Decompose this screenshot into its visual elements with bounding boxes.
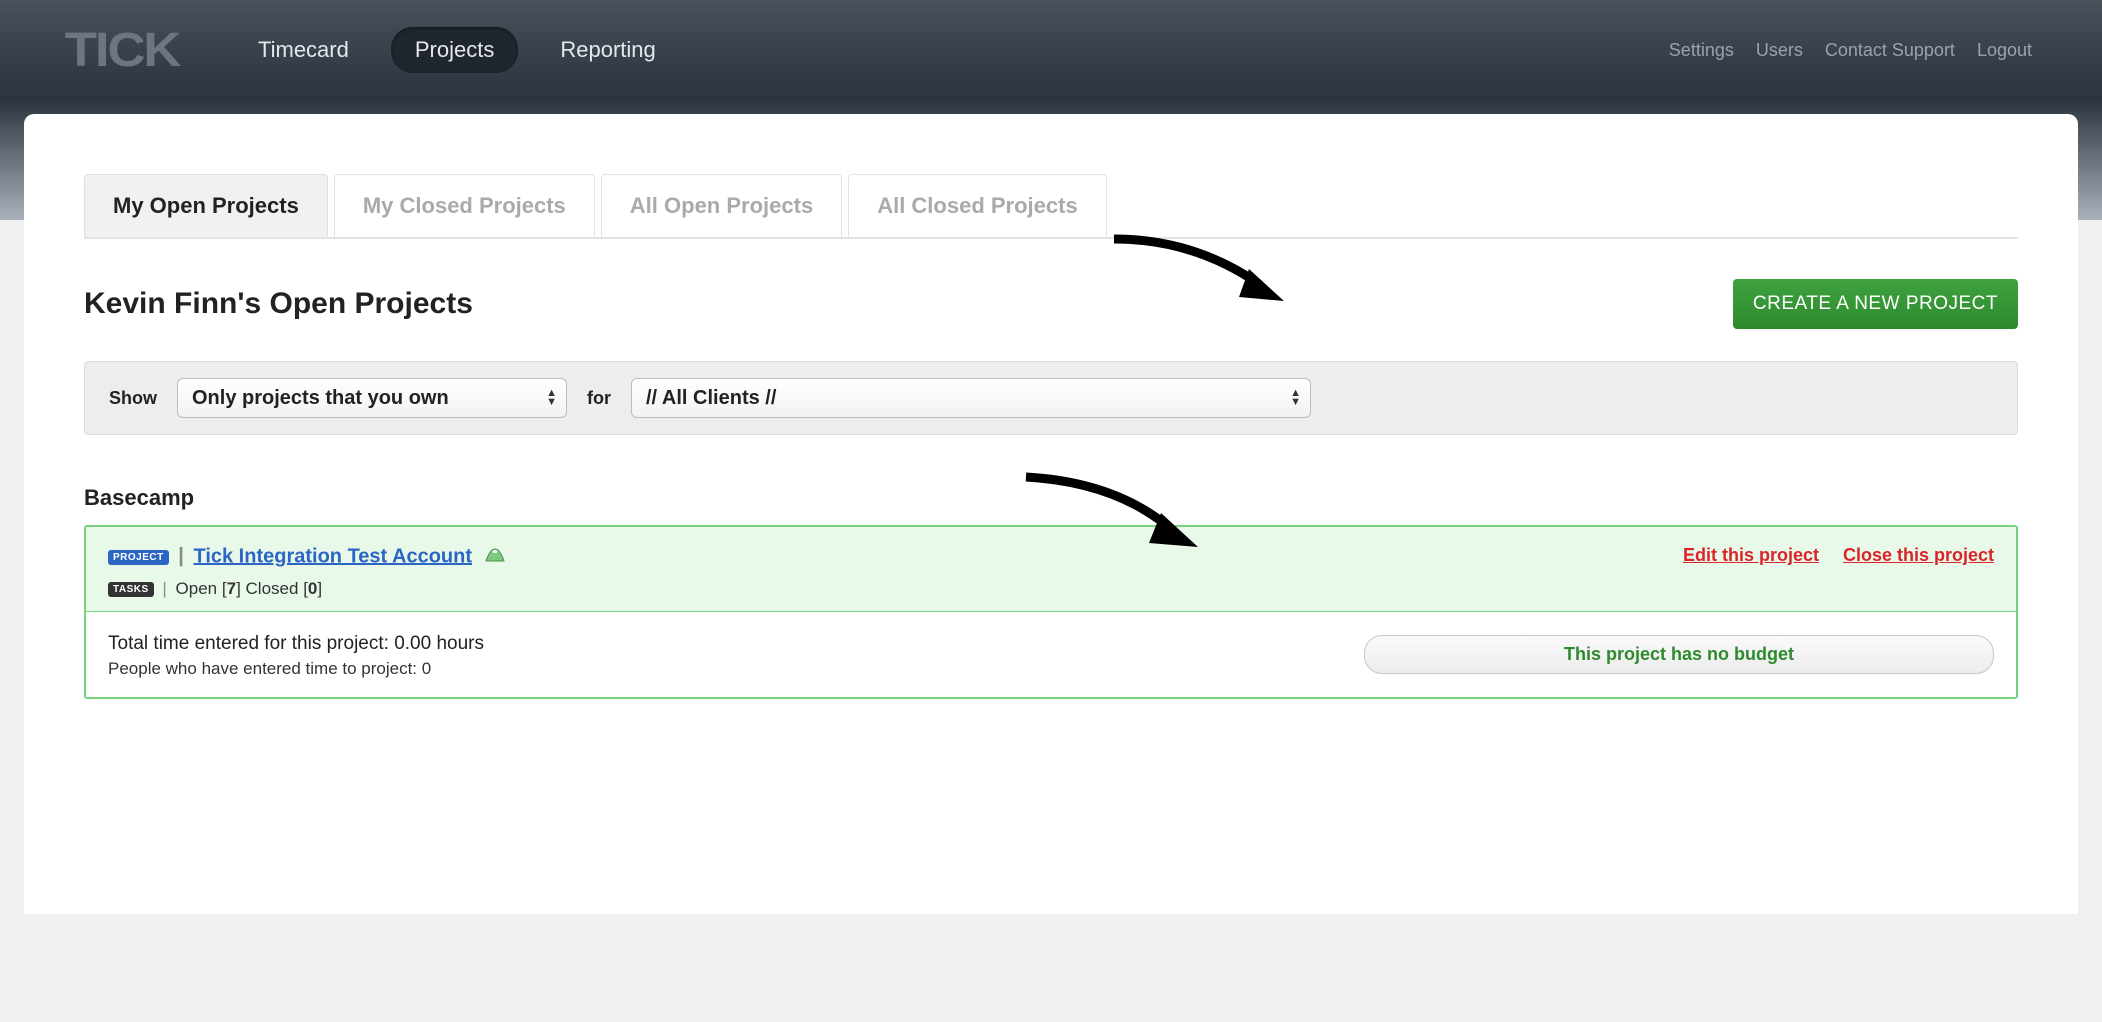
page-title: Kevin Finn's Open Projects: [84, 287, 473, 321]
utility-nav: Settings Users Contact Support Logout: [1669, 40, 2032, 61]
close-project-link[interactable]: Close this project: [1843, 545, 1994, 566]
project-badge: PROJECT: [108, 550, 169, 565]
project-header: PROJECT | Tick Integration Test Account …: [86, 527, 2016, 612]
tasks-closed-label: Closed: [246, 579, 299, 598]
topbar: TICK Timecard Projects Reporting Setting…: [0, 0, 2102, 100]
separator: |: [178, 545, 184, 567]
nav-contact-support[interactable]: Contact Support: [1825, 40, 1955, 61]
basecamp-icon: [484, 545, 506, 569]
nav-settings[interactable]: Settings: [1669, 40, 1734, 61]
annotation-arrow-icon: [1104, 229, 1304, 319]
tab-all-closed-projects[interactable]: All Closed Projects: [848, 174, 1107, 237]
tab-my-closed-projects[interactable]: My Closed Projects: [334, 174, 595, 237]
page-card: My Open Projects My Closed Projects All …: [24, 114, 2078, 914]
filter-bar: Show Only projects that you own ▲▼ for /…: [84, 361, 2018, 435]
header-gradient: My Open Projects My Closed Projects All …: [0, 100, 2102, 220]
filter-show-select[interactable]: Only projects that you own: [177, 378, 567, 418]
project-card: PROJECT | Tick Integration Test Account …: [84, 525, 2018, 699]
tasks-summary: TASKS | Open [7] Closed [0]: [108, 579, 506, 599]
brand-logo: TICK: [65, 23, 179, 78]
tasks-closed-count: 0: [308, 579, 317, 598]
tab-all-open-projects[interactable]: All Open Projects: [601, 174, 842, 237]
filter-client-select[interactable]: // All Clients //: [631, 378, 1311, 418]
nav-timecard[interactable]: Timecard: [234, 27, 373, 73]
tasks-open-count: 7: [227, 579, 236, 598]
create-new-project-button[interactable]: CREATE A NEW PROJECT: [1733, 279, 2018, 329]
nav-reporting[interactable]: Reporting: [536, 27, 679, 73]
project-total-time: Total time entered for this project: 0.0…: [108, 630, 484, 659]
tasks-badge: TASKS: [108, 582, 154, 597]
project-name-link[interactable]: Tick Integration Test Account: [193, 545, 472, 567]
project-budget-status: This project has no budget: [1364, 635, 1994, 674]
tab-my-open-projects[interactable]: My Open Projects: [84, 174, 328, 237]
project-actions: Edit this project Close this project: [1683, 545, 1994, 566]
nav-projects[interactable]: Projects: [391, 27, 518, 73]
project-details: Total time entered for this project: 0.0…: [86, 612, 2016, 697]
heading-row: Kevin Finn's Open Projects CREATE A NEW …: [84, 279, 2018, 329]
tasks-open-label: Open: [176, 579, 218, 598]
nav-logout[interactable]: Logout: [1977, 40, 2032, 61]
edit-project-link[interactable]: Edit this project: [1683, 545, 1819, 566]
client-heading: Basecamp: [84, 485, 2018, 511]
project-tabs: My Open Projects My Closed Projects All …: [84, 174, 2018, 239]
filter-for-label: for: [587, 388, 611, 409]
main-nav: Timecard Projects Reporting: [234, 27, 1669, 73]
nav-users[interactable]: Users: [1756, 40, 1803, 61]
project-people-time: People who have entered time to project:…: [108, 659, 484, 679]
filter-show-label: Show: [109, 388, 157, 409]
